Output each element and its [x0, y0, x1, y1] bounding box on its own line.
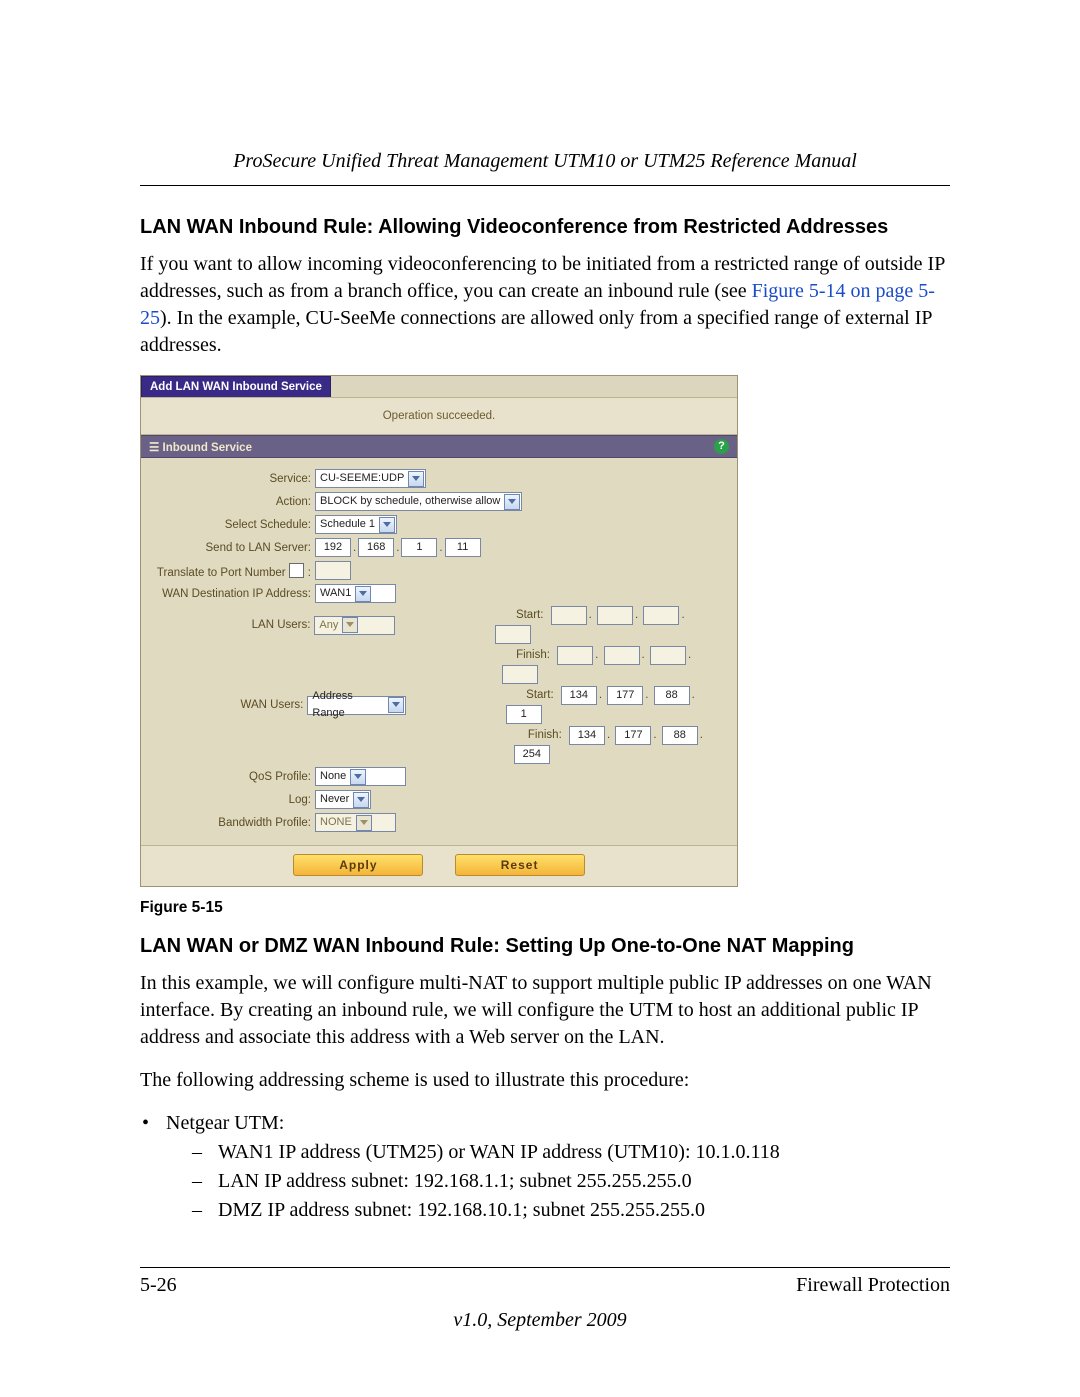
schedule-select[interactable]: Schedule 1 — [315, 515, 397, 534]
wan-dest-label: WAN Destination IP Address: — [151, 588, 315, 600]
section-heading-1: LAN WAN Inbound Rule: Allowing Videoconf… — [140, 216, 950, 239]
service-select[interactable]: CU-SEEME:UDP — [315, 469, 426, 488]
wan-users-select[interactable]: Address Range — [307, 696, 405, 715]
chevron-down-icon — [342, 617, 358, 633]
bandwidth-profile-label: Bandwidth Profile: — [151, 817, 315, 829]
log-label: Log: — [151, 794, 315, 806]
bandwidth-profile-select: NONE — [315, 813, 396, 832]
wan-finish-3[interactable]: 88 — [662, 726, 698, 745]
inbound-service-form: Service: CU-SEEME:UDP Action: BLOCK by s… — [141, 458, 737, 845]
wan-start-label: Start: — [506, 689, 558, 701]
help-icon[interactable]: ? — [714, 439, 729, 454]
wan-finish-4[interactable]: 254 — [514, 745, 550, 764]
inbound-service-header: ☰ Inbound Service ? — [141, 435, 737, 458]
chevron-down-icon — [408, 471, 424, 487]
page-footer: 5-26 Firewall Protection — [140, 1267, 950, 1297]
router-ui-figure: Add LAN WAN Inbound Service Operation su… — [140, 375, 738, 887]
chevron-down-icon — [379, 517, 395, 533]
lan-server-octet-4[interactable]: 11 — [445, 538, 481, 557]
lan-server-octet-1[interactable]: 192 — [315, 538, 351, 557]
bullet-netgear: Netgear UTM: WAN1 IP address (UTM25) or … — [140, 1110, 950, 1224]
page-number: 5-26 — [140, 1274, 177, 1297]
lan-start-4 — [495, 625, 531, 644]
lan-start-1 — [551, 606, 587, 625]
window-tab-title: Add LAN WAN Inbound Service — [141, 376, 331, 397]
chevron-down-icon — [356, 815, 372, 831]
section1-paragraph: If you want to allow incoming videoconfe… — [140, 251, 950, 359]
service-label: Service: — [151, 473, 315, 485]
status-message: Operation succeeded. — [141, 397, 737, 435]
manual-page: ProSecure Unified Threat Management UTM1… — [0, 0, 1080, 1397]
wan-dest-select[interactable]: WAN1 — [315, 584, 396, 603]
dash-item: LAN IP address subnet: 192.168.1.1; subn… — [166, 1168, 950, 1195]
running-header: ProSecure Unified Threat Management UTM1… — [140, 150, 950, 186]
button-bar: Apply Reset — [141, 845, 737, 886]
version-line: v1.0, September 2009 — [0, 1309, 1080, 1332]
lan-start-2 — [597, 606, 633, 625]
wan-users-label: WAN Users: — [151, 699, 307, 711]
chevron-down-icon — [353, 792, 369, 808]
dash-item: DMZ IP address subnet: 192.168.10.1; sub… — [166, 1197, 950, 1224]
translate-port-field — [315, 561, 351, 580]
chevron-down-icon — [504, 494, 520, 510]
qos-select[interactable]: None — [315, 767, 406, 786]
section2-paragraph-2: The following addressing scheme is used … — [140, 1067, 950, 1094]
action-label: Action: — [151, 496, 315, 508]
chevron-down-icon — [355, 586, 371, 602]
lan-server-octet-2[interactable]: 168 — [358, 538, 394, 557]
lan-finish-3 — [650, 646, 686, 665]
wan-finish-1[interactable]: 134 — [569, 726, 605, 745]
figure-caption: Figure 5-15 — [140, 899, 950, 917]
lan-server-octet-3[interactable]: 1 — [401, 538, 437, 557]
lan-users-label: LAN Users: — [151, 619, 314, 631]
wan-start-2[interactable]: 177 — [607, 686, 643, 705]
section-heading-2: LAN WAN or DMZ WAN Inbound Rule: Setting… — [140, 935, 950, 958]
wan-start-1[interactable]: 134 — [561, 686, 597, 705]
dash-item: WAN1 IP address (UTM25) or WAN IP addres… — [166, 1139, 950, 1166]
translate-port-checkbox[interactable] — [289, 563, 304, 578]
apply-button[interactable]: Apply — [293, 854, 423, 876]
action-select[interactable]: BLOCK by schedule, otherwise allow — [315, 492, 522, 511]
lan-finish-label: Finish: — [502, 649, 554, 661]
wan-finish-2[interactable]: 177 — [615, 726, 651, 745]
lan-start-label: Start: — [495, 609, 547, 621]
chevron-down-icon — [350, 769, 366, 785]
chevron-down-icon — [388, 697, 403, 713]
section-title-footer: Firewall Protection — [796, 1274, 950, 1297]
wan-start-3[interactable]: 88 — [654, 686, 690, 705]
qos-label: QoS Profile: — [151, 771, 315, 783]
wan-finish-label: Finish: — [514, 729, 566, 741]
lan-finish-1 — [557, 646, 593, 665]
lan-finish-4 — [502, 665, 538, 684]
log-select[interactable]: Never — [315, 790, 371, 809]
lan-finish-2 — [604, 646, 640, 665]
reset-button[interactable]: Reset — [455, 854, 585, 876]
schedule-label: Select Schedule: — [151, 519, 315, 531]
wan-start-4[interactable]: 1 — [506, 705, 542, 724]
lan-users-select: Any — [314, 616, 395, 635]
lan-start-3 — [643, 606, 679, 625]
section2-paragraph-1: In this example, we will configure multi… — [140, 970, 950, 1051]
translate-port-label: Translate to Port Number : — [151, 563, 315, 579]
send-to-lan-label: Send to LAN Server: — [151, 542, 315, 554]
